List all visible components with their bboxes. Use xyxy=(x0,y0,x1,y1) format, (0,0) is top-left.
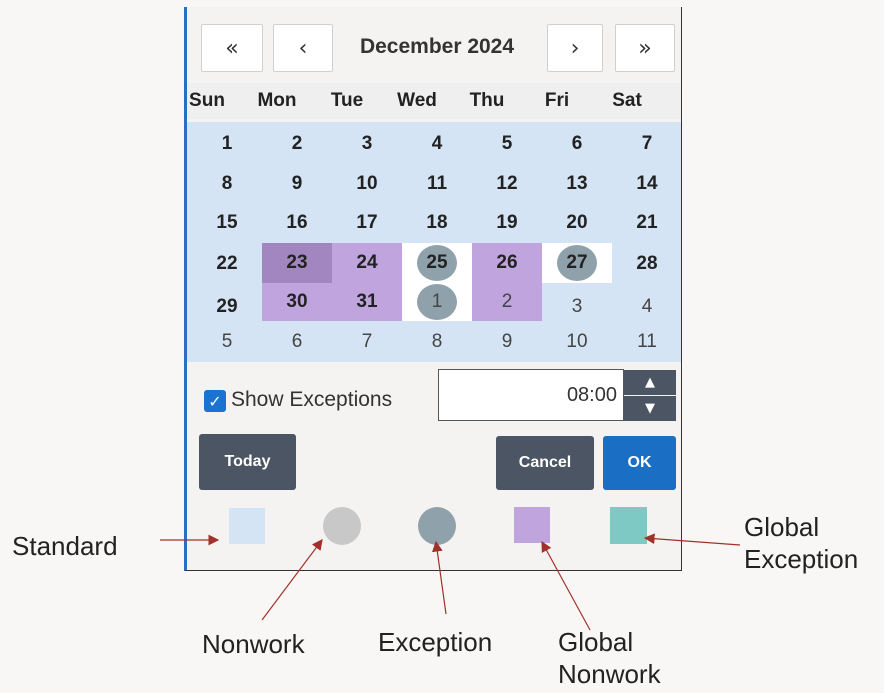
exception-arrow xyxy=(431,540,447,615)
exception-label: Exception xyxy=(378,627,493,657)
global-exception-label-line2: Exception xyxy=(744,544,859,574)
nonwork-label: Nonwork xyxy=(202,629,305,659)
global-exception-label: Global Exception xyxy=(744,511,858,575)
global-nonwork-label-line1: Global xyxy=(558,627,634,657)
global-nonwork-label: Global Nonwork xyxy=(558,626,661,690)
nonwork-arrow xyxy=(261,539,323,621)
callout-arrows xyxy=(160,533,741,631)
global-nonwork-label-line2: Nonwork xyxy=(558,659,661,689)
global-nonwork-arrow xyxy=(541,540,591,631)
standard-label: Standard xyxy=(12,531,118,561)
global-exception-arrow xyxy=(643,533,741,546)
global-exception-label-line1: Global xyxy=(744,512,820,542)
